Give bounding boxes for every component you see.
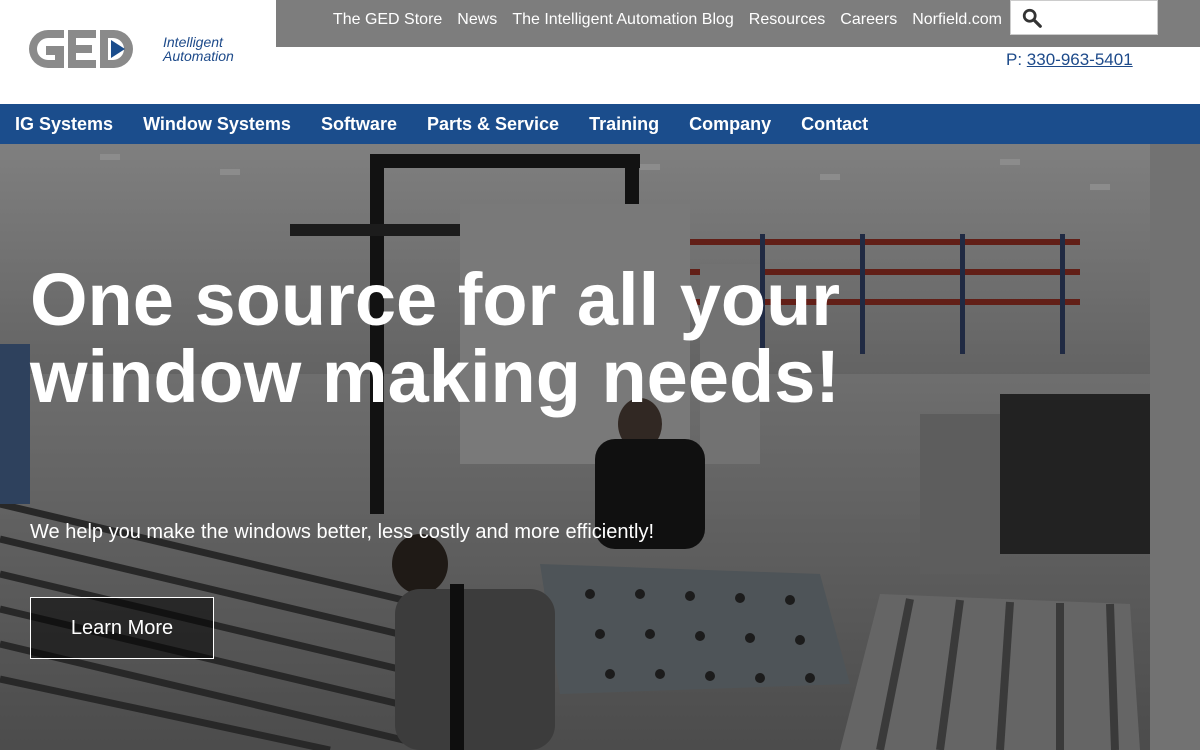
phone-contact: P: 330-963-5401: [1006, 50, 1133, 70]
util-link-blog[interactable]: The Intelligent Automation Blog: [512, 11, 733, 29]
nav-item-software[interactable]: Software: [321, 114, 397, 135]
nav-item-training[interactable]: Training: [589, 114, 659, 135]
hero-subtitle: We help you make the windows better, les…: [30, 521, 655, 543]
hero-title: One source for all your window making ne…: [30, 258, 841, 418]
utility-nav: The GED Store News The Intelligent Autom…: [333, 0, 1002, 47]
tagline-line-1: Intelligent: [163, 34, 223, 50]
hero-section: One source for all your window making ne…: [0, 144, 1200, 750]
ged-logo-mark: [29, 30, 133, 68]
nav-item-contact[interactable]: Contact: [801, 114, 868, 135]
main-nav: IG Systems Window Systems Software Parts…: [0, 104, 1200, 144]
util-link-resources[interactable]: Resources: [749, 11, 825, 29]
search-box[interactable]: [1010, 0, 1158, 35]
learn-more-button[interactable]: Learn More: [30, 597, 214, 659]
phone-number-link[interactable]: 330-963-5401: [1027, 50, 1133, 69]
tagline-line-2: Automation: [163, 48, 234, 64]
nav-item-ig-systems[interactable]: IG Systems: [15, 114, 113, 135]
nav-item-parts-service[interactable]: Parts & Service: [427, 114, 559, 135]
hero-overlay: [0, 144, 1200, 750]
site-header: Intelligent Automation The GED Store New…: [0, 0, 1200, 104]
util-link-norfield[interactable]: Norfield.com: [912, 11, 1002, 29]
util-link-careers[interactable]: Careers: [840, 11, 897, 29]
nav-item-window-systems[interactable]: Window Systems: [143, 114, 291, 135]
util-link-news[interactable]: News: [457, 11, 497, 29]
ged-logo[interactable]: [24, 24, 134, 74]
search-icon[interactable]: [1021, 7, 1043, 29]
search-input[interactable]: [1049, 9, 1149, 26]
nav-item-company[interactable]: Company: [689, 114, 771, 135]
logo-tagline: Intelligent Automation: [163, 35, 234, 63]
util-link-ged-store[interactable]: The GED Store: [333, 11, 442, 29]
phone-prefix: P:: [1006, 50, 1023, 69]
